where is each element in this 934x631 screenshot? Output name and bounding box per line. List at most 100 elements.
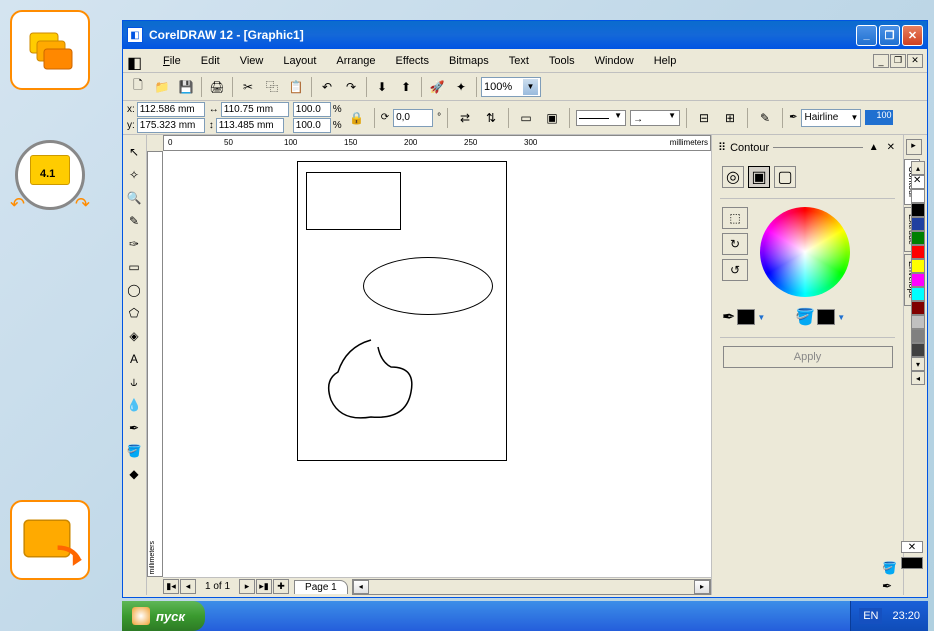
- contour-outside-button[interactable]: ▢: [774, 166, 796, 188]
- palette-color-swatch[interactable]: [911, 301, 925, 315]
- scroll-left-button[interactable]: ◂: [353, 580, 369, 594]
- width-input[interactable]: [221, 102, 289, 117]
- first-page-button[interactable]: ▮◂: [163, 579, 179, 594]
- palette-color-swatch[interactable]: [911, 217, 925, 231]
- fill-color-swatch[interactable]: [817, 309, 835, 325]
- menu-help[interactable]: Help: [646, 53, 685, 69]
- chevron-down-icon[interactable]: ▼: [523, 79, 538, 95]
- menu-bitmaps[interactable]: Bitmaps: [441, 53, 497, 69]
- basic-shapes-tool[interactable]: ◈: [123, 325, 145, 347]
- smart-draw-tool[interactable]: ✑: [123, 233, 145, 255]
- palette-color-swatch[interactable]: [911, 245, 925, 259]
- menu-tools[interactable]: Tools: [541, 53, 583, 69]
- palette-color-swatch[interactable]: [911, 273, 925, 287]
- y-input[interactable]: [137, 118, 205, 133]
- mirror-v-button[interactable]: ⇅: [480, 107, 502, 129]
- lock-ratio-button[interactable]: 🔒: [346, 107, 368, 129]
- docker-grip-icon[interactable]: ⠿: [718, 141, 726, 154]
- doc-minimize-button[interactable]: _: [873, 54, 889, 68]
- folder-stack-icon[interactable]: [10, 10, 90, 90]
- palette-up-button[interactable]: ▴: [911, 161, 925, 175]
- height-input[interactable]: [216, 118, 284, 133]
- menu-layout[interactable]: Layout: [275, 53, 324, 69]
- corel-online-button[interactable]: ✦: [450, 76, 472, 98]
- launch-button[interactable]: 🚀: [426, 76, 448, 98]
- paste-button[interactable]: 📋: [285, 76, 307, 98]
- print-button[interactable]: 🖨: [206, 76, 228, 98]
- outline-color-swatch[interactable]: [737, 309, 755, 325]
- new-button[interactable]: 🗋: [127, 76, 149, 98]
- add-page-button[interactable]: ✚: [273, 579, 289, 594]
- zoom-tool[interactable]: 🔍: [123, 187, 145, 209]
- version-badge[interactable]: 4.1 ↶↷: [10, 140, 90, 220]
- save-button[interactable]: 💾: [175, 76, 197, 98]
- restore-button[interactable]: ❐: [879, 25, 900, 46]
- import-button[interactable]: ⬇: [371, 76, 393, 98]
- contour-inside-button[interactable]: ▣: [748, 166, 770, 188]
- rectangle-shape[interactable]: [306, 172, 401, 230]
- menu-effects[interactable]: Effects: [388, 53, 437, 69]
- x-input[interactable]: [137, 102, 205, 117]
- ungroup-button[interactable]: ⊟: [693, 107, 715, 129]
- mirror-h-button[interactable]: ⇄: [454, 107, 476, 129]
- palette-color-swatch[interactable]: [911, 287, 925, 301]
- export-button[interactable]: ⬆: [395, 76, 417, 98]
- menu-edit[interactable]: Edit: [193, 53, 228, 69]
- palette-down-button[interactable]: ▾: [911, 357, 925, 371]
- palette-flyout-button[interactable]: ◂: [911, 371, 925, 385]
- docker-expand-button[interactable]: ▸: [906, 139, 922, 155]
- palette-color-swatch[interactable]: [911, 189, 925, 203]
- copy-button[interactable]: ⿻: [261, 76, 283, 98]
- group-button[interactable]: ⊞: [719, 107, 741, 129]
- scale-x-input[interactable]: [293, 102, 331, 117]
- outline-indicator-icon[interactable]: ✒: [882, 579, 897, 593]
- page-tab[interactable]: Page 1: [294, 580, 348, 594]
- color-ccw-button[interactable]: ↺: [722, 259, 748, 281]
- vertical-ruler[interactable]: millimeters: [147, 151, 163, 577]
- menu-arrange[interactable]: Arrange: [328, 53, 383, 69]
- palette-color-swatch[interactable]: [911, 343, 925, 357]
- color-linear-button[interactable]: ⬚: [722, 207, 748, 229]
- system-tray[interactable]: EN 23:20: [850, 601, 928, 631]
- ellipse-shape[interactable]: [363, 257, 493, 315]
- docker-collapse-button[interactable]: ▲: [867, 142, 881, 153]
- no-color-swatch[interactable]: [911, 175, 925, 189]
- polygon-tool[interactable]: ⬠: [123, 302, 145, 324]
- menu-file[interactable]: FFileile: [155, 53, 189, 69]
- interactive-fill-tool[interactable]: ◆: [123, 463, 145, 485]
- menu-window[interactable]: Window: [587, 53, 642, 69]
- doc-close-button[interactable]: ✕: [907, 54, 923, 68]
- docker-close-button[interactable]: ✕: [885, 142, 897, 153]
- last-page-button[interactable]: ▸▮: [256, 579, 272, 594]
- horizontal-ruler[interactable]: 0 50 100 150 200 250 300 millimeters: [163, 135, 711, 151]
- outline-combo[interactable]: Hairline▼: [801, 109, 861, 127]
- convert-button[interactable]: ✎: [754, 107, 776, 129]
- language-indicator[interactable]: EN: [859, 608, 882, 624]
- shape-tool[interactable]: ✧: [123, 164, 145, 186]
- eyedropper-tool[interactable]: 💧: [123, 394, 145, 416]
- rotation-input[interactable]: [393, 109, 433, 127]
- rectangle-tool[interactable]: ▭: [123, 256, 145, 278]
- palette-color-swatch[interactable]: [911, 203, 925, 217]
- text-tool[interactable]: A: [123, 348, 145, 370]
- prev-page-button[interactable]: ◂: [180, 579, 196, 594]
- interactive-blend-tool[interactable]: ⫝: [123, 371, 145, 393]
- canvas[interactable]: [163, 151, 711, 577]
- document-icon[interactable]: ◧: [127, 53, 143, 69]
- menu-text[interactable]: Text: [501, 53, 537, 69]
- ellipse-tool[interactable]: ◯: [123, 279, 145, 301]
- redo-button[interactable]: ↷: [340, 76, 362, 98]
- contour-to-center-button[interactable]: ◎: [722, 166, 744, 188]
- scale-y-input[interactable]: [293, 118, 331, 133]
- freehand-tool[interactable]: ✎: [123, 210, 145, 232]
- menu-view[interactable]: View: [232, 53, 272, 69]
- scroll-right-button[interactable]: ▸: [694, 580, 710, 594]
- horizontal-scrollbar[interactable]: ◂ ▸: [352, 579, 711, 595]
- page[interactable]: [297, 161, 507, 461]
- status-outline-black[interactable]: [901, 557, 923, 569]
- minimize-button[interactable]: _: [856, 25, 877, 46]
- folder-open-icon[interactable]: [10, 500, 90, 580]
- outline-pct[interactable]: 100: [865, 110, 893, 125]
- next-page-button[interactable]: ▸: [239, 579, 255, 594]
- palette-color-swatch[interactable]: [911, 259, 925, 273]
